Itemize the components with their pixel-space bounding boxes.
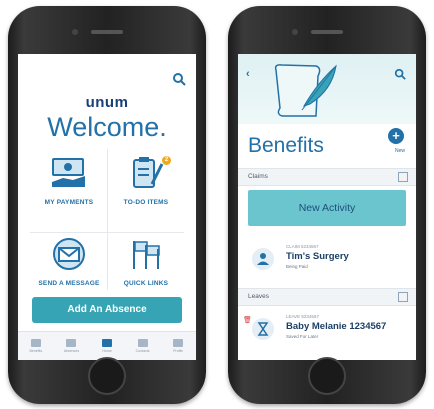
- absences-tab-icon: [66, 339, 77, 347]
- tab-label: Contacts: [135, 349, 150, 353]
- front-camera: [292, 29, 298, 35]
- add-absence-button[interactable]: Add An Absence: [32, 297, 182, 323]
- person-icon: [252, 248, 274, 270]
- welcome-heading: Welcome.: [47, 112, 167, 142]
- tab-benefits[interactable]: Benefits: [24, 339, 48, 353]
- new-activity-button[interactable]: New Activity: [248, 190, 406, 226]
- section-title: Claims: [248, 173, 268, 180]
- money-hand-icon: [52, 158, 85, 187]
- new-button-label: New: [394, 148, 405, 154]
- speaker: [311, 30, 343, 34]
- tile-to-do-items[interactable]: 2 TO-DO ITEMS: [111, 156, 181, 218]
- tab-absences[interactable]: Absences: [59, 339, 83, 353]
- profile-tab-icon: [173, 339, 184, 347]
- hourglass-icon: [252, 318, 274, 340]
- tab-label: Home: [102, 349, 112, 353]
- leave-title: Baby Melanie 1234567: [286, 321, 387, 332]
- leave-status: Saved For Later: [286, 334, 319, 339]
- home-screen: unum Welcome. MY PAYMENTS 2 TO-DO ITEMS: [18, 54, 196, 360]
- collapse-icon[interactable]: [398, 292, 408, 302]
- flags-icon: [133, 241, 160, 269]
- tab-label: Benefits: [29, 349, 43, 353]
- tile-label: QUICK LINKS: [123, 280, 169, 287]
- search-icon[interactable]: [394, 68, 406, 80]
- home-tab-icon: [101, 339, 112, 347]
- left-phone: unum Welcome. MY PAYMENTS 2 TO-DO ITEMS: [8, 6, 206, 404]
- claim-card[interactable]: CLAIM 5234567 Tim's Surgery Being Paid: [238, 238, 416, 282]
- leave-id: LEAVE 5234567: [286, 314, 319, 319]
- tile-divider-horizontal: [30, 232, 184, 233]
- tile-label: MY PAYMENTS: [44, 199, 94, 206]
- right-phone: ‹ Benefits + New Claims New Activity CLA…: [228, 6, 426, 404]
- tab-home[interactable]: Home: [95, 339, 119, 353]
- collapse-icon[interactable]: [398, 172, 408, 182]
- brand-logo: unum: [85, 94, 129, 111]
- claim-details: CLAIM 5234567 Tim's Surgery Being Paid: [286, 244, 349, 269]
- benefits-screen: ‹ Benefits + New Claims New Activity CLA…: [238, 54, 416, 360]
- home-button[interactable]: [308, 357, 346, 395]
- tab-bar: Benefits Absences Home Contacts Profile: [18, 331, 196, 360]
- section-title: Leaves: [248, 293, 269, 300]
- tile-divider-vertical: [107, 149, 108, 290]
- back-chevron-icon[interactable]: ‹: [246, 68, 250, 80]
- tab-profile[interactable]: Profile: [166, 339, 190, 353]
- envelope-icon: [53, 238, 85, 270]
- clipboard-pencil-icon: [133, 157, 164, 188]
- tab-contacts[interactable]: Contacts: [131, 339, 155, 353]
- tile-my-payments[interactable]: MY PAYMENTS: [34, 156, 104, 218]
- leave-details: LEAVE 5234567 Baby Melanie 1234567 Saved…: [286, 314, 386, 339]
- claims-section-header: Claims: [238, 168, 416, 186]
- scroll-quill-icon: [274, 64, 337, 117]
- contacts-tab-icon: [137, 339, 148, 347]
- claim-status: Being Paid: [286, 264, 308, 269]
- home-button[interactable]: [88, 357, 126, 395]
- page-title: Benefits: [248, 134, 324, 157]
- claim-title: Tim's Surgery: [286, 251, 349, 262]
- speaker: [91, 30, 123, 34]
- tile-quick-links[interactable]: QUICK LINKS: [111, 237, 181, 299]
- tab-label: Absences: [63, 349, 80, 353]
- tile-label: SEND A MESSAGE: [38, 280, 100, 287]
- leave-card[interactable]: 🗑 LEAVE 5234567 Baby Melanie 1234567 Sav…: [238, 308, 416, 352]
- front-camera: [72, 29, 78, 35]
- claim-id: CLAIM 5234567: [286, 244, 319, 249]
- search-icon[interactable]: [172, 72, 186, 86]
- new-button[interactable]: +: [388, 128, 404, 144]
- tile-label: TO-DO ITEMS: [123, 199, 169, 206]
- tile-send-a-message[interactable]: SEND A MESSAGE: [34, 237, 104, 299]
- hero-banner: [238, 54, 416, 124]
- benefits-tab-icon: [30, 339, 41, 347]
- tab-label: Profile: [173, 349, 184, 353]
- trash-icon[interactable]: 🗑: [243, 316, 252, 324]
- notification-badge: 2: [162, 156, 171, 165]
- leaves-section-header: Leaves: [238, 288, 416, 306]
